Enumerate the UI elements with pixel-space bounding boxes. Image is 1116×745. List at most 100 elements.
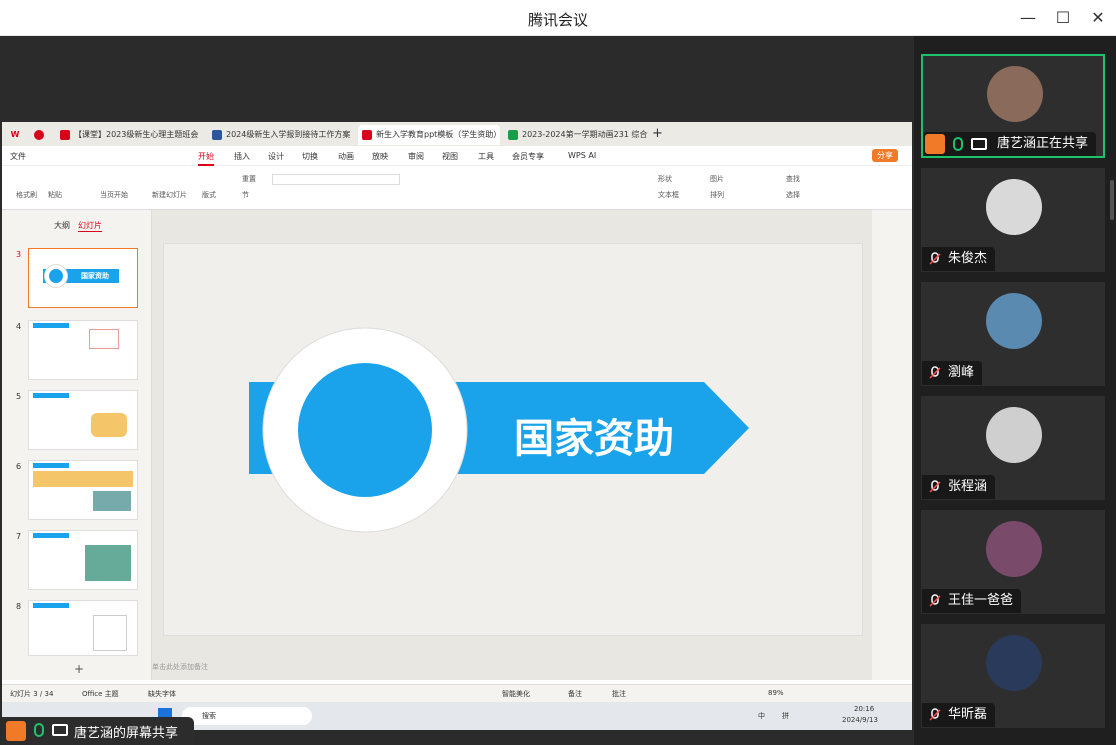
tab-label: 2023-2024第一学期动画231 综合测 (522, 130, 648, 139)
zoom-level: 89% (768, 689, 784, 697)
participant-scrollbar[interactable] (1110, 180, 1114, 220)
menu-slideshow[interactable]: 放映 (372, 151, 388, 162)
menu-tools[interactable]: 工具 (478, 151, 494, 162)
clock-time: 20:16 (854, 705, 875, 713)
tab-doc-4[interactable]: 2023-2024第一学期动画231 综合测 (504, 125, 648, 145)
beautify-button[interactable]: 智能美化 (502, 689, 530, 699)
tab-doc-2[interactable]: 2024级新生入学报到接待工作方案 (208, 125, 354, 145)
font-select[interactable] (272, 174, 400, 185)
slide-title: 国家资助 (514, 416, 674, 462)
paste-button[interactable]: 粘贴 (48, 190, 62, 200)
thumb-circle (45, 265, 67, 287)
menu-transition[interactable]: 切换 (302, 151, 318, 162)
user-icon (925, 134, 945, 154)
slides-tab[interactable]: 幻灯片 (78, 220, 102, 232)
slide-number: 4 (16, 322, 22, 331)
shape-button[interactable]: 形状 (658, 174, 672, 184)
participant-name: 华昕磊 (922, 703, 996, 727)
tab-label: 【课堂】2023级新生心理主题班会 (74, 130, 199, 139)
play-from-current-button[interactable]: 当页开始 (100, 190, 128, 200)
wps-home-tab[interactable]: W (4, 125, 26, 145)
minimize-button[interactable]: — (1014, 6, 1042, 30)
layout-button[interactable]: 版式 (202, 190, 216, 200)
missing-font-button[interactable]: 缺失字体 (148, 689, 176, 699)
select-button[interactable]: 选择 (786, 190, 800, 200)
ime-indicator[interactable]: 中 (758, 711, 765, 721)
participant-card[interactable]: 华昕磊 (921, 624, 1105, 728)
ribbon-toolbar: 格式刷 粘贴 当页开始 新建幻灯片 版式 重置 节 形状 图片 文本框 排列 查… (2, 166, 912, 210)
close-button[interactable]: ✕ (1084, 6, 1112, 30)
reset-button[interactable]: 重置 (242, 174, 256, 184)
slide-number: 7 (16, 532, 22, 541)
mic-muted-icon (929, 594, 941, 607)
participant-card[interactable]: 瀏峰 (921, 282, 1105, 386)
menu-design[interactable]: 设计 (268, 151, 284, 162)
slide-number: 8 (16, 602, 22, 611)
taskbar-search[interactable]: 搜索 (182, 707, 312, 725)
menu-animation[interactable]: 动画 (338, 151, 354, 162)
shared-screen: W 【课堂】2023级新生心理主题班会 2024级新生入学报到接待工作方案 新生… (2, 122, 912, 730)
slide-thumb-selected[interactable]: 国家资助 (28, 248, 138, 308)
share-label: 唐艺涵的屏幕共享 (2, 717, 194, 745)
ime-mode[interactable]: 拼 (782, 711, 789, 721)
thumb-title: 国家资助 (81, 272, 109, 280)
tab-label: 新生入学教育ppt模板（学生资助） (376, 130, 500, 139)
screen-share-icon (971, 138, 987, 150)
arrange-button[interactable]: 排列 (710, 190, 724, 200)
clock-date: 2024/9/13 (842, 716, 878, 724)
status-bar: 幻灯片 3 / 34 Office 主题 缺失字体 智能美化 备注 批注 89% (2, 684, 912, 702)
new-tab-button[interactable]: + (652, 125, 668, 145)
participant-list: 唐艺涵正在共享 朱俊杰 瀏峰 张程涵 王佳一爸爸 华昕磊 (914, 36, 1116, 745)
format-painter-button[interactable]: 格式刷 (16, 190, 37, 200)
slide-thumb[interactable] (28, 320, 138, 380)
avatar (986, 635, 1042, 691)
slide-number: 3 (16, 250, 22, 259)
slide-thumb[interactable] (28, 460, 138, 520)
current-slide[interactable]: 国家资助 (163, 243, 863, 636)
menu-wps-ai[interactable]: WPS AI (568, 151, 596, 160)
menu-home[interactable]: 开始 (198, 151, 214, 166)
mic-muted-icon (929, 252, 941, 265)
menu-member[interactable]: 会员专享 (512, 151, 544, 162)
meeting-app: 腾讯会议 — ☐ ✕ W 【课堂】2023级新生心理主题班会 2024级新生入学… (0, 0, 1116, 745)
avatar (986, 407, 1042, 463)
picture-button[interactable]: 图片 (710, 174, 724, 184)
title-bar: 腾讯会议 — ☐ ✕ (0, 0, 1116, 36)
maximize-button[interactable]: ☐ (1049, 6, 1077, 30)
comment-button[interactable]: 批注 (612, 689, 626, 699)
new-slide-button[interactable]: 新建幻灯片 (152, 190, 187, 200)
tab-doc-3-active[interactable]: 新生入学教育ppt模板（学生资助） (358, 125, 500, 145)
slide-thumb[interactable] (28, 600, 138, 656)
mic-muted-icon (929, 480, 941, 493)
slide-thumb[interactable] (28, 530, 138, 590)
section-button[interactable]: 节 (242, 190, 249, 200)
share-button[interactable]: 分享 (872, 149, 898, 162)
notes-placeholder[interactable]: 单击此处添加备注 (152, 662, 872, 680)
find-button[interactable]: 查找 (786, 174, 800, 184)
participant-card[interactable]: 王佳一爸爸 (921, 510, 1105, 614)
slide-canvas: 国家资助 (152, 210, 872, 680)
slide-number: 6 (16, 462, 22, 471)
tab-doc-1[interactable]: 【课堂】2023级新生心理主题班会 (56, 125, 204, 145)
notes-button[interactable]: 备注 (568, 689, 582, 699)
participant-card[interactable]: 朱俊杰 (921, 168, 1105, 272)
share-label-text: 唐艺涵的屏幕共享 (74, 726, 179, 741)
menu-view[interactable]: 视图 (442, 151, 458, 162)
tab-label: 2024级新生入学报到接待工作方案 (226, 130, 351, 139)
menu-file[interactable]: 文件 (10, 151, 26, 162)
tab-docer[interactable] (30, 125, 50, 145)
participant-card[interactable]: 唐艺涵正在共享 (921, 54, 1105, 158)
participant-name: 瀏峰 (922, 361, 983, 385)
mic-muted-icon (929, 366, 941, 379)
add-slide-button[interactable]: + (74, 662, 84, 676)
sheet-icon (508, 130, 518, 140)
screen-share-icon (52, 724, 68, 736)
slide-number: 5 (16, 392, 22, 401)
textbox-button[interactable]: 文本框 (658, 190, 679, 200)
menu-insert[interactable]: 插入 (234, 151, 250, 162)
participant-card[interactable]: 张程涵 (921, 396, 1105, 500)
outline-tab[interactable]: 大纲 (54, 220, 70, 231)
slide-panel: 大纲 幻灯片 3 国家资助 4 5 6 7 8 + (2, 210, 152, 680)
slide-thumb[interactable] (28, 390, 138, 450)
menu-review[interactable]: 审阅 (408, 151, 424, 162)
